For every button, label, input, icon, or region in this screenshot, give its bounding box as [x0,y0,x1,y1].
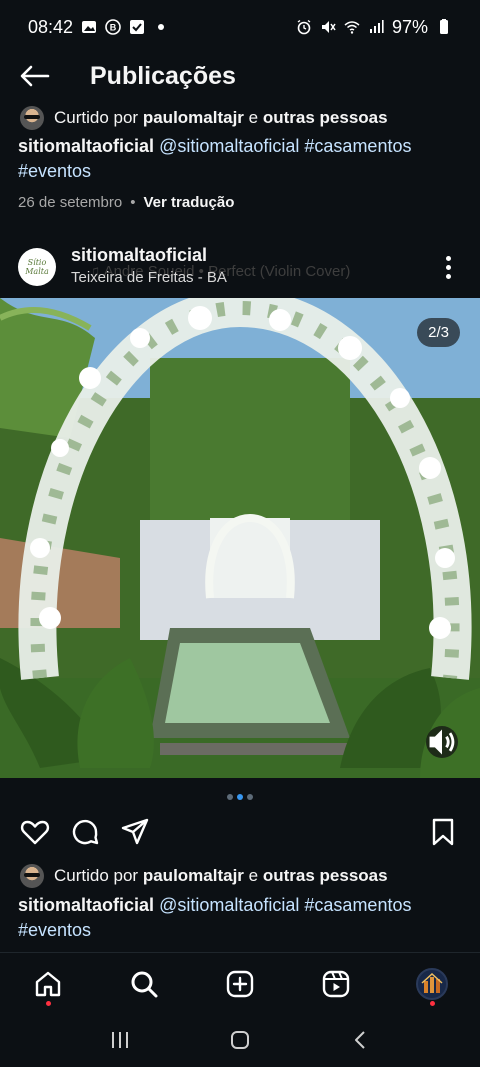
post-location[interactable]: Teixeira de Freitas - BA [71,269,227,286]
carousel-dot [247,794,253,800]
liked-prefix: Curtido por [54,108,139,127]
dot-icon [153,19,169,35]
reels-icon[interactable] [312,960,360,1008]
liked-others[interactable]: outras pessoas [263,866,388,885]
post-avatar[interactable]: Sítio Malta [18,248,56,286]
caption-hashtag[interactable]: #eventos [18,161,91,181]
post-meta: 26 de setembro • Ver tradução [0,194,480,211]
liked-prefix: Curtido por [54,866,139,885]
comment-bubble-icon[interactable] [68,815,102,849]
back-button-icon[interactable] [340,1020,380,1060]
status-bar: 08:42 B 97% [0,0,480,54]
notification-dot [429,1000,435,1006]
caption-mention[interactable]: @sitiomaltaoficial [159,136,299,156]
caption-hashtag[interactable]: #eventos [18,920,91,940]
battery-level: 97% [391,16,428,37]
like-heart-icon[interactable] [18,815,52,849]
system-nav-bar [0,1012,480,1067]
post-media[interactable]: 2/3 [0,298,480,778]
home-button-icon[interactable] [220,1020,260,1060]
back-arrow-icon[interactable] [18,59,52,93]
status-time: 08:42 [28,16,74,37]
mute-icon [320,19,336,35]
avatar-logo: Sítio Malta [25,258,49,276]
home-icon[interactable] [24,960,72,1008]
notification-dot [45,1000,51,1006]
wifi-icon [344,19,360,35]
profile-tab[interactable] [408,960,456,1008]
page-title: Publicações [90,61,236,90]
svg-text:B: B [110,23,117,33]
post-header: Sítio Malta sitiomaltaoficial ♫ Andre So… [0,238,480,296]
more-options-icon[interactable] [438,252,458,282]
search-icon[interactable] [120,960,168,1008]
caption-mention[interactable]: @sitiomaltaoficial [159,895,299,915]
caption: sitiomaltaoficial @sitiomaltaoficial #ca… [0,134,480,184]
carousel-page-indicator: 2/3 [417,318,460,347]
caption-username[interactable]: sitiomaltaoficial [18,136,154,156]
liked-user[interactable]: paulomaltajr [143,108,244,127]
translate-link[interactable]: Ver tradução [144,194,235,211]
meta-separator: • [130,194,136,211]
caption-username[interactable]: sitiomaltaoficial [18,895,154,915]
liked-others[interactable]: outras pessoas [263,108,388,127]
liker-avatar[interactable] [20,864,44,888]
caption: sitiomaltaoficial @sitiomaltaoficial #ca… [0,893,480,943]
create-icon[interactable] [216,960,264,1008]
liked-by-row[interactable]: Curtido por paulomaltajr e outras pessoa… [0,106,480,130]
liker-avatar[interactable] [20,106,44,130]
wedding-arch-photo [0,298,480,778]
liked-conjunction: e [248,108,259,127]
app-header: Publicações [0,54,480,98]
share-send-icon[interactable] [118,815,152,849]
carousel-dot [237,794,243,800]
gallery-icon [81,19,97,35]
post-actions [0,812,480,852]
profile-avatar[interactable] [416,967,448,1000]
check-box-icon [129,19,145,35]
carousel-dot [227,794,233,800]
recent-apps-icon[interactable] [100,1020,140,1060]
bixby-icon: B [105,19,121,35]
battery-icon [436,19,452,35]
liked-conjunction: e [248,866,259,885]
liked-user[interactable]: paulomaltajr [143,866,244,885]
caption-hashtag[interactable]: #casamentos [304,895,411,915]
liked-by-row[interactable]: Curtido por paulomaltajr e outras pessoa… [0,864,480,888]
alarm-icon [296,19,312,35]
post-date: 26 de setembro [18,194,123,211]
save-bookmark-icon[interactable] [426,815,460,849]
caption-hashtag[interactable]: #casamentos [304,136,411,156]
sound-icon[interactable] [426,726,458,758]
carousel-dots [0,794,480,800]
bottom-nav [0,952,480,1014]
signal-icon [368,19,384,35]
